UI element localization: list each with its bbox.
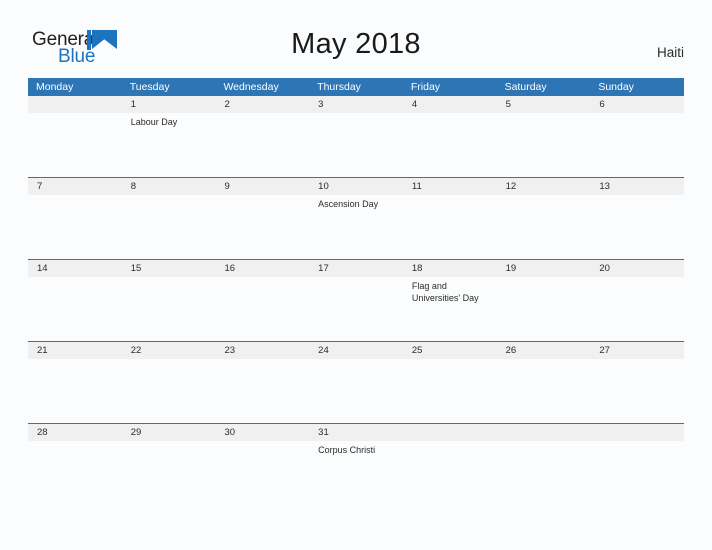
day-number[interactable]: 8 [122, 178, 216, 195]
week-event-row: Ascension Day [28, 195, 684, 259]
day-event [28, 277, 122, 341]
day-event [122, 359, 216, 423]
day-number[interactable]: 31 [309, 424, 403, 441]
day-number[interactable]: 2 [215, 96, 309, 113]
week-row: 21 22 23 24 25 26 27 [28, 342, 684, 424]
day-event [122, 195, 216, 259]
day-number[interactable]: 5 [497, 96, 591, 113]
day-number[interactable] [590, 424, 684, 441]
weekday-header-sunday: Sunday [598, 81, 634, 93]
day-event [28, 359, 122, 423]
day-number[interactable]: 27 [590, 342, 684, 359]
day-event [28, 195, 122, 259]
calendar-grid: Monday Tuesday Wednesday Thursday Friday… [28, 78, 684, 475]
week-daynumber-row: 1 2 3 4 5 6 [28, 96, 684, 113]
day-number[interactable]: 20 [590, 260, 684, 277]
day-number[interactable]: 9 [215, 178, 309, 195]
day-event [215, 113, 309, 177]
day-event [403, 195, 497, 259]
day-event [590, 277, 684, 341]
week-event-row: Flag and Universities' Day [28, 277, 684, 341]
calendar-page: General Blue May 2018 Haiti Monday Tuesd… [0, 0, 712, 550]
day-event [122, 441, 216, 475]
day-event [403, 441, 497, 475]
day-number[interactable]: 23 [215, 342, 309, 359]
week-row: 1 2 3 4 5 6 Labour Day [28, 96, 684, 178]
day-number[interactable]: 29 [122, 424, 216, 441]
day-number[interactable]: 14 [28, 260, 122, 277]
day-number[interactable]: 25 [403, 342, 497, 359]
weekday-header-saturday: Saturday [504, 81, 547, 93]
day-event [497, 277, 591, 341]
page-header: General Blue May 2018 Haiti [0, 0, 712, 66]
day-event [309, 277, 403, 341]
day-event [497, 195, 591, 259]
day-event [403, 113, 497, 177]
day-event [28, 441, 122, 475]
weekday-header-thursday: Thursday [317, 81, 361, 93]
day-event [215, 359, 309, 423]
day-number[interactable]: 4 [403, 96, 497, 113]
day-number[interactable]: 12 [497, 178, 591, 195]
day-event [309, 359, 403, 423]
day-number[interactable]: 6 [590, 96, 684, 113]
week-row: 7 8 9 10 11 12 13 Ascension Day [28, 178, 684, 260]
day-number[interactable]: 22 [122, 342, 216, 359]
week-event-row: Corpus Christi [28, 441, 684, 475]
day-event: Ascension Day [318, 199, 379, 209]
weekday-header-wednesday: Wednesday [223, 81, 279, 93]
week-event-row [28, 359, 684, 423]
day-number[interactable]: 13 [590, 178, 684, 195]
day-number[interactable]: 21 [28, 342, 122, 359]
week-daynumber-row: 21 22 23 24 25 26 27 [28, 342, 684, 359]
week-row: 14 15 16 17 18 19 20 Flag and Universiti… [28, 260, 684, 342]
week-daynumber-row: 7 8 9 10 11 12 13 [28, 178, 684, 195]
day-number[interactable]: 30 [215, 424, 309, 441]
day-event [215, 195, 309, 259]
page-title: May 2018 [291, 28, 421, 60]
weekday-header-monday: Monday [36, 81, 74, 93]
day-number[interactable]: 16 [215, 260, 309, 277]
day-number[interactable]: 26 [497, 342, 591, 359]
day-number[interactable]: 10 [309, 178, 403, 195]
weekday-header-row: Monday Tuesday Wednesday Thursday Friday… [28, 78, 684, 96]
country-label: Haiti [656, 45, 684, 60]
day-number[interactable]: 3 [309, 96, 403, 113]
day-event [215, 277, 309, 341]
day-number[interactable]: 28 [28, 424, 122, 441]
weekday-header-tuesday: Tuesday [129, 81, 170, 93]
weekday-header-friday: Friday [410, 81, 441, 93]
day-event [309, 113, 403, 177]
day-event [403, 359, 497, 423]
day-number[interactable]: 15 [122, 260, 216, 277]
day-number[interactable]: 19 [497, 260, 591, 277]
day-number[interactable]: 1 [122, 96, 216, 113]
day-event [590, 359, 684, 423]
day-event [497, 441, 591, 475]
day-number[interactable]: 7 [28, 178, 122, 195]
day-event [215, 441, 309, 475]
week-event-row: Labour Day [28, 113, 684, 177]
week-daynumber-row: 14 15 16 17 18 19 20 [28, 260, 684, 277]
week-row: 28 29 30 31 Corpus Christi [28, 424, 684, 475]
day-event [590, 113, 684, 177]
day-number[interactable]: 17 [309, 260, 403, 277]
day-number[interactable] [28, 96, 122, 113]
day-event [497, 113, 591, 177]
day-number[interactable]: 11 [403, 178, 497, 195]
day-event [28, 113, 122, 177]
day-event [590, 441, 684, 475]
day-event: Corpus Christi [318, 445, 376, 455]
day-event [590, 195, 684, 259]
day-event [497, 359, 591, 423]
day-number[interactable]: 24 [309, 342, 403, 359]
day-number[interactable] [403, 424, 497, 441]
day-number[interactable] [497, 424, 591, 441]
day-event: Flag and Universities' Day [411, 281, 479, 303]
day-event: Labour Day [130, 117, 178, 127]
day-event [122, 277, 216, 341]
day-number[interactable]: 18 [403, 260, 497, 277]
week-daynumber-row: 28 29 30 31 [28, 424, 684, 441]
